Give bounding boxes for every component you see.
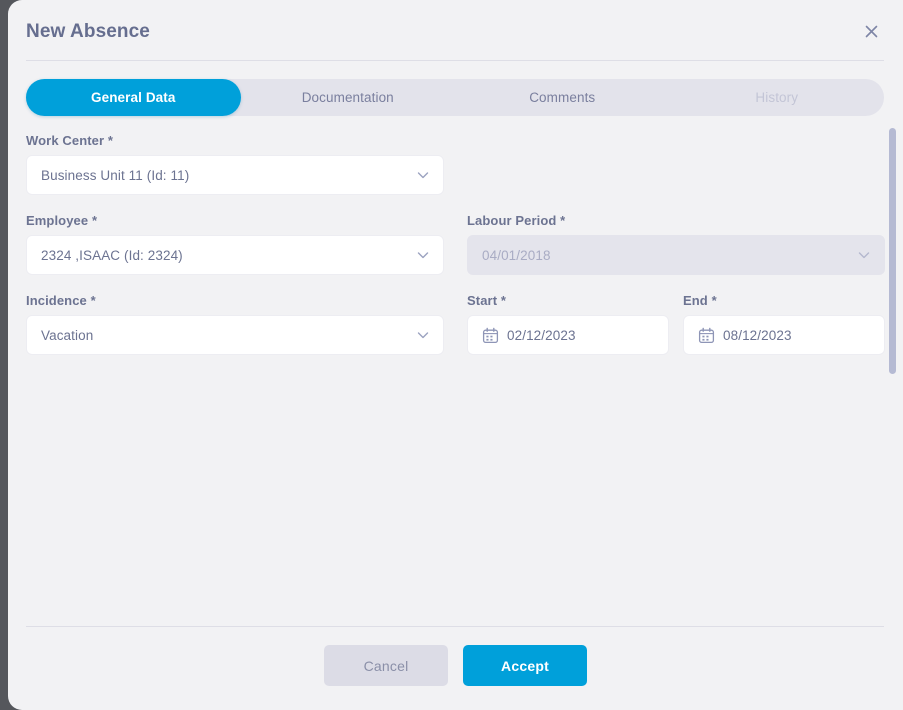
accept-button[interactable]: Accept (463, 645, 587, 686)
incidence-value: Vacation (41, 327, 94, 343)
chevron-down-icon (858, 252, 870, 259)
labour-period-select: 04/01/2018 (467, 235, 885, 275)
work-center-label: Work Center * (26, 133, 444, 148)
field-work-center: Work Center * Business Unit 11 (Id: 11) (26, 133, 444, 195)
incidence-required-mark: * (90, 293, 96, 308)
start-required-mark: * (500, 293, 507, 308)
incidence-label-text: Incidence (26, 293, 87, 308)
new-absence-modal: New Absence General Data Documentation C… (8, 0, 903, 710)
form-scrollbar[interactable] (889, 124, 896, 620)
cancel-button[interactable]: Cancel (324, 645, 448, 686)
employee-select[interactable]: 2324 ,ISAAC (Id: 2324) (26, 235, 444, 275)
chevron-down-icon (417, 332, 429, 339)
employee-required-mark: * (91, 213, 98, 228)
page-title: New Absence (26, 21, 150, 42)
work-center-select[interactable]: Business Unit 11 (Id: 11) (26, 155, 444, 195)
field-employee: Employee * 2324 ,ISAAC (Id: 2324) (26, 213, 444, 275)
work-center-label-text: Work Center (26, 133, 105, 148)
labour-period-label: Labour Period * (467, 213, 885, 228)
tab-general-data[interactable]: General Data (26, 79, 241, 116)
modal-footer: Cancel Accept (8, 645, 903, 686)
end-label-text: End (683, 293, 708, 308)
incidence-label: Incidence * (26, 293, 444, 308)
chevron-down-icon (417, 172, 429, 179)
tab-documentation[interactable]: Documentation (241, 79, 456, 116)
field-start: Start * 02/12/2023 (467, 293, 669, 355)
labour-period-required-mark: * (560, 213, 566, 228)
footer-divider (26, 626, 884, 627)
tab-bar: General Data Documentation Comments Hist… (26, 79, 884, 116)
employee-label: Employee * (26, 213, 444, 228)
calendar-icon (482, 327, 499, 343)
general-data-form: Work Center * Business Unit 11 (Id: 11) … (8, 124, 903, 624)
incidence-select[interactable]: Vacation (26, 315, 444, 355)
field-end: End * 08/12/2023 (683, 293, 885, 355)
start-label-text: Start (467, 293, 498, 308)
field-incidence: Incidence * Vacation (26, 293, 444, 355)
close-icon[interactable] (857, 17, 885, 45)
form-scrollbar-thumb[interactable] (889, 128, 896, 374)
work-center-value: Business Unit 11 (Id: 11) (41, 167, 190, 183)
modal-header: New Absence (8, 0, 903, 61)
chevron-down-icon (417, 252, 429, 259)
start-label: Start * (467, 293, 669, 308)
start-date-value: 02/12/2023 (507, 327, 576, 343)
calendar-icon (698, 327, 715, 343)
labour-period-label-text: Labour Period (467, 213, 557, 228)
tab-comments[interactable]: Comments (455, 79, 670, 116)
tab-history: History (755, 90, 799, 105)
header-divider (26, 60, 884, 61)
labour-period-value: 04/01/2018 (482, 247, 551, 263)
employee-value: 2324 ,ISAAC (Id: 2324) (41, 247, 183, 263)
work-center-required-mark: * (107, 133, 114, 148)
employee-label-text: Employee (26, 213, 89, 228)
end-required-mark: * (711, 293, 717, 308)
start-date-input[interactable]: 02/12/2023 (467, 315, 669, 355)
end-date-input[interactable]: 08/12/2023 (683, 315, 885, 355)
field-labour-period: Labour Period * 04/01/2018 (467, 213, 885, 275)
end-label: End * (683, 293, 885, 308)
end-date-value: 08/12/2023 (723, 327, 792, 343)
